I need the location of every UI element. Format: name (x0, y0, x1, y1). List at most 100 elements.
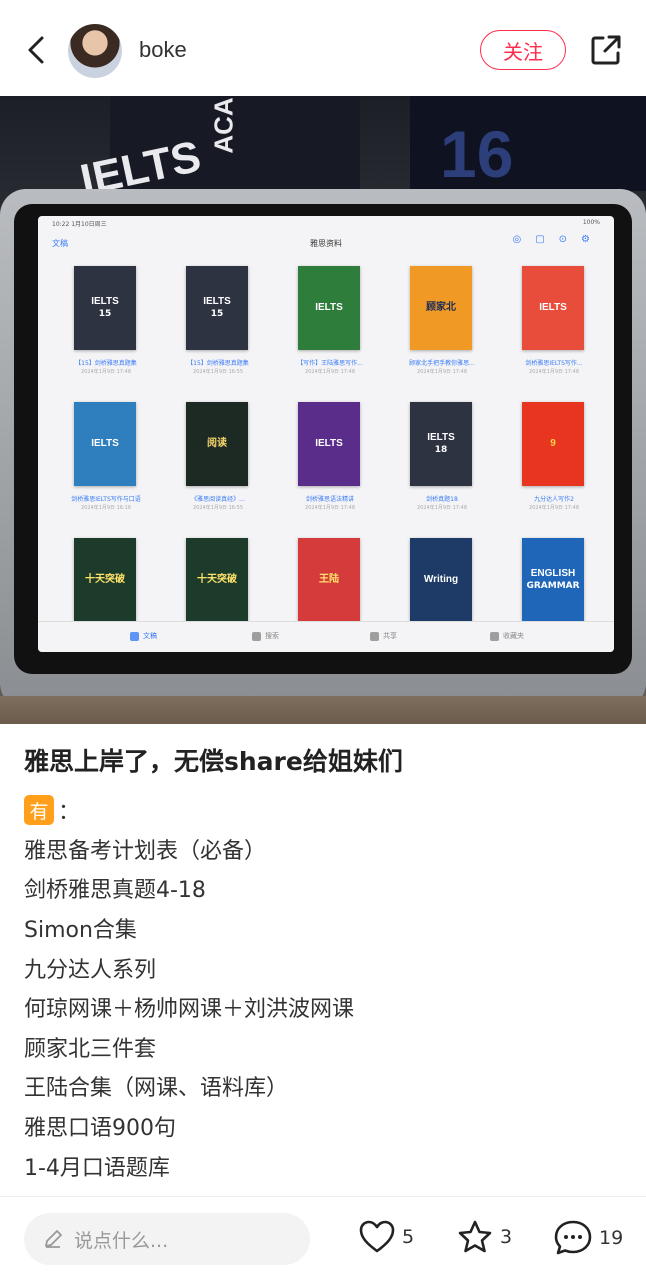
post-page: boke 关注 IELTS ACA 16 10:22 1月10日周三 100% … (0, 0, 646, 1280)
follow-button[interactable]: 关注 (480, 30, 566, 70)
comment-placeholder: 说点什么... (74, 1229, 169, 1252)
book-cover-title: ENGLISH (530, 568, 576, 579)
book-caption-text: 剑桥雅思IELTS写作... (525, 360, 583, 367)
post-title: 雅思上岸了，无偿share给姐妹们 (24, 747, 403, 776)
tablet-book: IELTS 【写作】王陆雅思写作... 2024年1月9日 17:48 (280, 266, 380, 396)
book-date: 2024年1月9日 17:48 (80, 368, 132, 375)
book-cover: IELTS (74, 402, 136, 486)
book-date: 2024年1月9日 16:55 (192, 368, 244, 375)
like-button[interactable]: 5 (358, 1219, 414, 1255)
book-date: 2024年1月9日 17:48 (528, 368, 580, 375)
collect-button[interactable]: 3 (456, 1219, 512, 1255)
comment-button[interactable]: 19 (553, 1219, 623, 1257)
back-button[interactable] (22, 30, 52, 70)
book-cover: 9 (522, 402, 584, 486)
book-cover-title: 顾家北 (426, 302, 456, 313)
like-count: 5 (402, 1226, 415, 1248)
book-cover: IELTS (522, 266, 584, 350)
heart-icon (359, 1220, 395, 1253)
book-cover: IELTS 15 (186, 266, 248, 350)
top-bar: boke 关注 (0, 0, 646, 96)
book-caption: 【15】剑桥雅思真题集 2024年1月9日 16:55 (168, 360, 268, 375)
tablet-book: IELTS 剑桥雅思语法精讲 2024年1月9日 17:48 (280, 402, 380, 532)
tablet-screen: 10:22 1月10日周三 100% 文稿 雅思资料 ◎▢⊙⚙ IELTS 15 【… (38, 216, 614, 652)
avatar[interactable] (68, 24, 122, 78)
book-cover-subtitle: 18 (434, 445, 448, 455)
book-cover-title: IELTS (203, 296, 231, 307)
book-cover: ENGLISH GRAMMAR (522, 538, 584, 622)
book-caption-text: 剑桥真题18 (426, 496, 458, 503)
book-cover-title: IELTS (91, 296, 119, 307)
book-cover: 十天突破 (74, 538, 136, 622)
book-caption: 剑桥雅思IELTS写作与口语 2024年1月9日 16:16 (56, 496, 156, 511)
post-line: 雅思备考计划表（必备） (24, 838, 267, 864)
comment-input[interactable]: 说点什么... (24, 1213, 310, 1265)
tablet-nav-icons: ◎▢⊙⚙ (512, 234, 604, 245)
comment-bubble-icon (554, 1220, 592, 1255)
book-caption-text: 【写作】王陆雅思写作... (297, 360, 363, 367)
post-line: 1-4月口语题库 (24, 1155, 170, 1181)
book-caption-text: 【15】剑桥雅思真题集 (75, 360, 137, 367)
book-caption: 《雅思阅读真经》... 2024年1月9日 16:55 (168, 496, 268, 511)
tablet-tab-bar: 文稿 搜索 共享 收藏夹 (38, 621, 614, 652)
tablet-book: 顾家北顾家北手把手教你雅思... 2024年1月9日 17:48 (392, 266, 492, 396)
book-date: 2024年1月9日 16:55 (192, 504, 244, 511)
book-cover-title: 王陆 (319, 574, 339, 585)
book-date: 2024年1月9日 17:48 (416, 504, 468, 511)
star-icon (458, 1220, 492, 1253)
bg-text-16: 16 (440, 117, 514, 191)
book-cover: 王陆 (298, 538, 360, 622)
book-cover-title: IELTS (539, 302, 567, 313)
comment-count: 19 (599, 1227, 624, 1249)
book-caption-text: 剑桥雅思IELTS写作与口语 (71, 496, 141, 503)
book-cover: IELTS (298, 402, 360, 486)
book-date: 2024年1月9日 17:48 (416, 368, 468, 375)
bottom-action-bar: 说点什么... 5 3 19 (0, 1196, 646, 1280)
book-cover: IELTS 15 (74, 266, 136, 350)
book-caption: 剑桥雅思语法精讲 2024年1月9日 17:48 (280, 496, 380, 511)
book-caption-text: 《雅思阅读真经》... (191, 496, 245, 503)
book-caption: 顾家北手把手教你雅思... 2024年1月9日 17:48 (392, 360, 492, 375)
book-cover-title: IELTS (427, 432, 455, 443)
share-icon (591, 35, 621, 65)
share-button[interactable] (588, 32, 624, 68)
book-cover-title: IELTS (315, 438, 343, 449)
post-line: Simon合集 (24, 917, 137, 943)
chevron-left-icon (28, 36, 44, 64)
tablet-tab-search: 搜索 (252, 631, 279, 641)
book-cover: IELTS 18 (410, 402, 472, 486)
tablet-tab-shared: 共享 (370, 631, 397, 641)
book-date: 2024年1月9日 17:48 (304, 504, 356, 511)
tablet-book: IELTS 15 【15】剑桥雅思真题集 2024年1月9日 17:48 (56, 266, 156, 396)
book-caption: 【写作】王陆雅思写作... 2024年1月9日 17:48 (280, 360, 380, 375)
tablet-book: 9 九分达人写作2 2024年1月9日 17:48 (504, 402, 604, 532)
book-cover-title: 十天突破 (197, 574, 237, 585)
book-cover-title: 阅读 (207, 438, 227, 449)
tablet-book: IELTS 剑桥雅思IELTS写作与口语 2024年1月9日 16:16 (56, 402, 156, 532)
post-body: 有 ： 雅思备考计划表（必备） 剑桥雅思真题4-18 Simon合集 九分达人系… (24, 791, 624, 1185)
post-line: 九分达人系列 (24, 957, 157, 983)
username[interactable]: boke (139, 37, 187, 63)
book-caption-text: 九分达人写作2 (534, 496, 574, 503)
tablet-status-battery: 100% (582, 219, 600, 226)
book-caption-text: 【15】剑桥雅思真题集 (187, 360, 249, 367)
tablet-book: IELTS 18 剑桥真题18 2024年1月9日 17:48 (392, 402, 492, 532)
bg-text-aca: ACA (208, 97, 239, 154)
post-line: 剑桥雅思真题4-18 (24, 878, 206, 904)
book-cover-subtitle: 15 (210, 309, 224, 319)
tablet-book: 阅读《雅思阅读真经》... 2024年1月9日 16:55 (168, 402, 268, 532)
book-cover-subtitle: 15 (98, 309, 112, 319)
post-image[interactable]: IELTS ACA 16 10:22 1月10日周三 100% 文稿 雅思资料 … (0, 96, 646, 724)
table-surface (0, 696, 646, 724)
book-cover: 顾家北 (410, 266, 472, 350)
book-caption: 剑桥雅思IELTS写作... 2024年1月9日 17:48 (504, 360, 604, 375)
tablet-tab-favorites: 收藏夹 (490, 631, 524, 641)
pencil-icon (45, 1230, 62, 1248)
post-line: 顾家北三件套 (24, 1036, 157, 1062)
book-date: 2024年1月9日 17:48 (528, 504, 580, 511)
book-caption-text: 剑桥雅思语法精讲 (305, 496, 354, 503)
book-cover: Writing (410, 538, 472, 622)
badge-suffix: ： (58, 800, 81, 825)
book-cover: IELTS (298, 266, 360, 350)
tablet-status-time: 10:22 1月10日周三 (52, 221, 107, 228)
